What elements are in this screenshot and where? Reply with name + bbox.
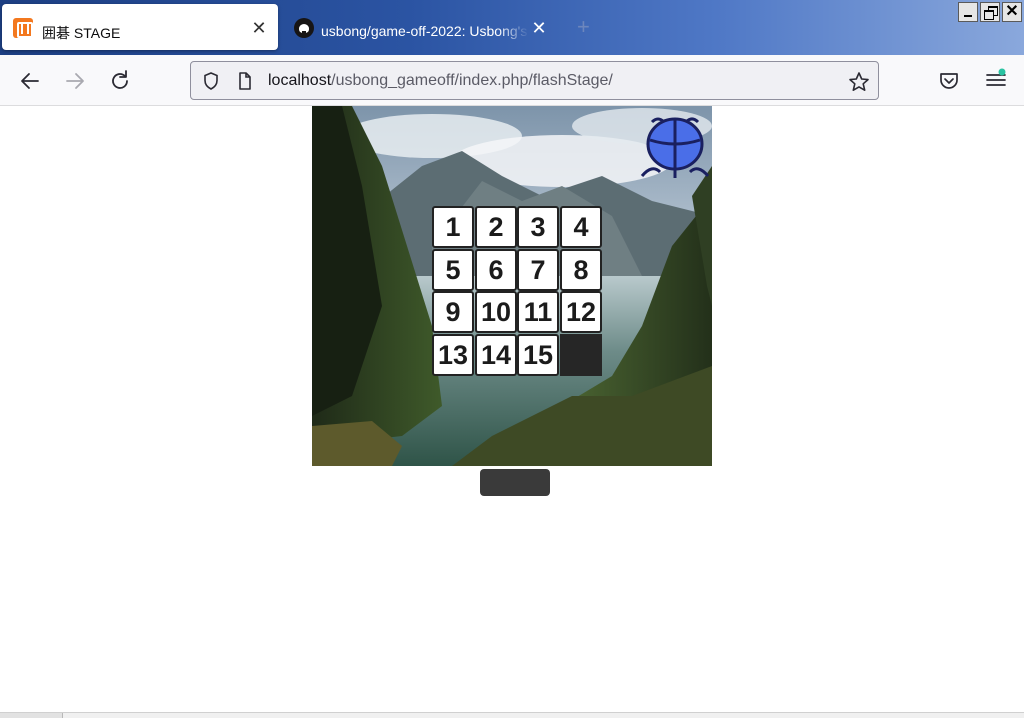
puzzle-tile[interactable]: 4	[560, 206, 602, 248]
puzzle-tile[interactable]: 2	[475, 206, 517, 248]
puzzle-tile[interactable]: 7	[517, 249, 559, 291]
close-tab-icon[interactable]: ✕	[250, 19, 268, 37]
menu-icon[interactable]	[984, 68, 1008, 92]
tab-bar: 囲碁 STAGE ✕ usbong/game-off-2022: Usbong'…	[0, 0, 1024, 55]
restore-button[interactable]	[980, 2, 1000, 22]
tab-title: 囲碁 STAGE	[42, 25, 121, 41]
url-bar[interactable]: localhost/usbong_gameoff/index.php/flash…	[190, 61, 879, 100]
nav-bar: localhost/usbong_gameoff/index.php/flash…	[0, 55, 1024, 106]
stage-button[interactable]	[480, 469, 550, 496]
sliding-puzzle: 1 2 3 4 5 6 7 8 9 10 11 12 13 14 15	[432, 206, 604, 378]
puzzle-tile[interactable]: 12	[560, 291, 602, 333]
puzzle-tile[interactable]: 10	[475, 291, 517, 333]
forward-icon[interactable]	[61, 67, 89, 95]
shield-icon[interactable]	[201, 71, 221, 91]
window-close-button[interactable]: ✕	[1002, 2, 1022, 22]
puzzle-tile[interactable]: 15	[517, 334, 559, 376]
window-controls: ✕	[958, 2, 1022, 22]
minimize-button[interactable]	[958, 2, 978, 22]
game-stage[interactable]: 1 2 3 4 5 6 7 8 9 10 11 12 13 14 15	[312, 106, 712, 466]
puzzle-tile[interactable]: 13	[432, 334, 474, 376]
page-icon[interactable]	[235, 71, 255, 91]
pocket-icon[interactable]	[938, 70, 960, 92]
puzzle-tile[interactable]: 14	[475, 334, 517, 376]
back-icon[interactable]	[16, 67, 44, 95]
puzzle-tile[interactable]: 1	[432, 206, 474, 248]
close-tab-icon[interactable]: ✕	[530, 19, 548, 37]
puzzle-tile[interactable]: 5	[432, 249, 474, 291]
url-host: localhost	[268, 72, 332, 89]
bookmark-star-icon[interactable]	[848, 71, 870, 93]
status-strip	[0, 712, 1024, 718]
tab-github[interactable]: usbong/game-off-2022: Usbong's ✕	[284, 4, 560, 50]
empty-tile[interactable]	[560, 334, 602, 376]
xampp-icon	[13, 18, 33, 38]
tab-title: usbong/game-off-2022: Usbong's	[321, 23, 528, 39]
new-tab-button[interactable]: +	[577, 15, 590, 39]
beetle-mascot-icon	[640, 117, 710, 178]
reload-icon[interactable]	[106, 67, 134, 95]
url-path: /usbong_gameoff/index.php/flashStage/	[331, 72, 613, 89]
puzzle-tile[interactable]: 3	[517, 206, 559, 248]
github-icon	[294, 18, 314, 38]
puzzle-tile[interactable]: 8	[560, 249, 602, 291]
tab-stage[interactable]: 囲碁 STAGE ✕	[2, 4, 278, 50]
puzzle-tile[interactable]: 11	[517, 291, 559, 333]
puzzle-tile[interactable]: 6	[475, 249, 517, 291]
url-text[interactable]: localhost/usbong_gameoff/index.php/flash…	[268, 72, 613, 90]
puzzle-tile[interactable]: 9	[432, 291, 474, 333]
